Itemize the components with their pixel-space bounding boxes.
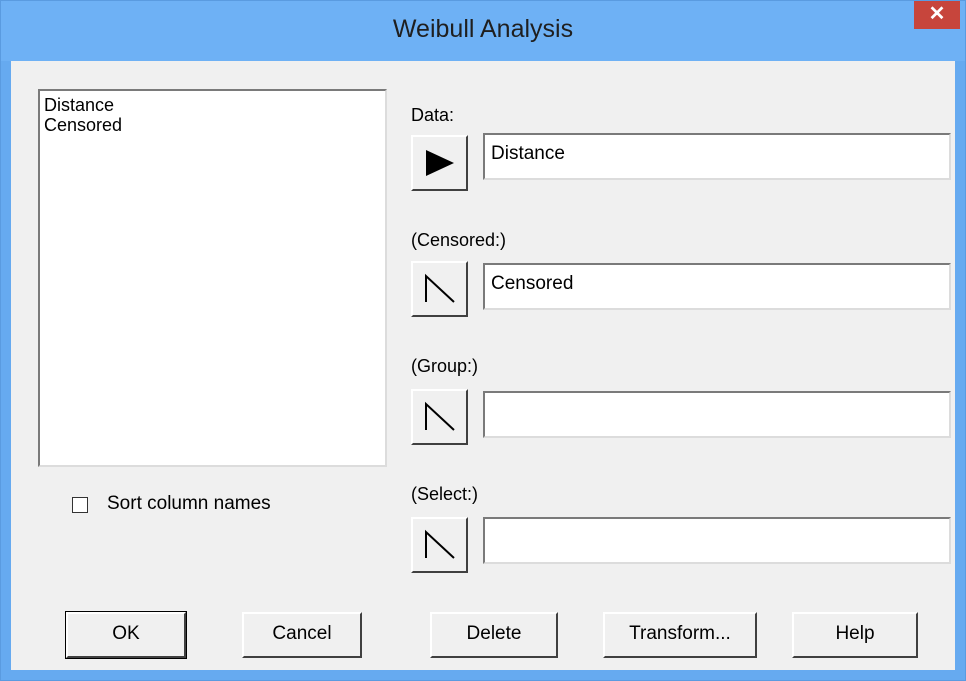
dialog-title: Weibull Analysis: [392, 15, 574, 43]
sort-column-names-checkbox[interactable]: [72, 497, 88, 513]
data-label: Data:: [411, 105, 455, 125]
data-arrow-button[interactable]: [411, 135, 468, 191]
close-icon: ✕: [928, 3, 946, 25]
outline-arrow-icon: [425, 401, 455, 431]
list-item[interactable]: Censored: [44, 115, 122, 135]
close-button[interactable]: ✕: [914, 1, 960, 29]
title-bar: Weibull Analysis ✕: [1, 1, 965, 61]
list-item[interactable]: Distance: [44, 95, 114, 115]
ok-button[interactable]: OK: [65, 611, 187, 659]
delete-button[interactable]: Delete: [430, 612, 558, 658]
data-field[interactable]: Distance: [483, 133, 951, 180]
outline-arrow-icon: [425, 273, 455, 303]
column-list[interactable]: Distance Censored: [38, 89, 387, 467]
censored-arrow-button[interactable]: [411, 261, 468, 317]
select-label: (Select:): [411, 484, 479, 504]
group-label: (Group:): [411, 356, 479, 376]
select-arrow-button[interactable]: [411, 517, 468, 573]
censored-field[interactable]: Censored: [483, 263, 951, 310]
transform-button[interactable]: Transform...: [603, 612, 757, 658]
dialog-body: Distance Censored Sort column names Data…: [11, 61, 955, 670]
group-field[interactable]: [483, 391, 951, 438]
outline-arrow-icon: [425, 529, 455, 559]
censored-label: (Censored:): [411, 230, 507, 250]
group-arrow-button[interactable]: [411, 389, 468, 445]
sort-column-names-label[interactable]: Sort column names: [107, 493, 271, 515]
filled-play-arrow-icon: [426, 150, 454, 176]
dialog-window: Weibull Analysis ✕ Distance Censored Sor…: [0, 0, 966, 681]
select-field[interactable]: [483, 517, 951, 564]
help-button[interactable]: Help: [792, 612, 918, 658]
cancel-button[interactable]: Cancel: [242, 612, 362, 658]
